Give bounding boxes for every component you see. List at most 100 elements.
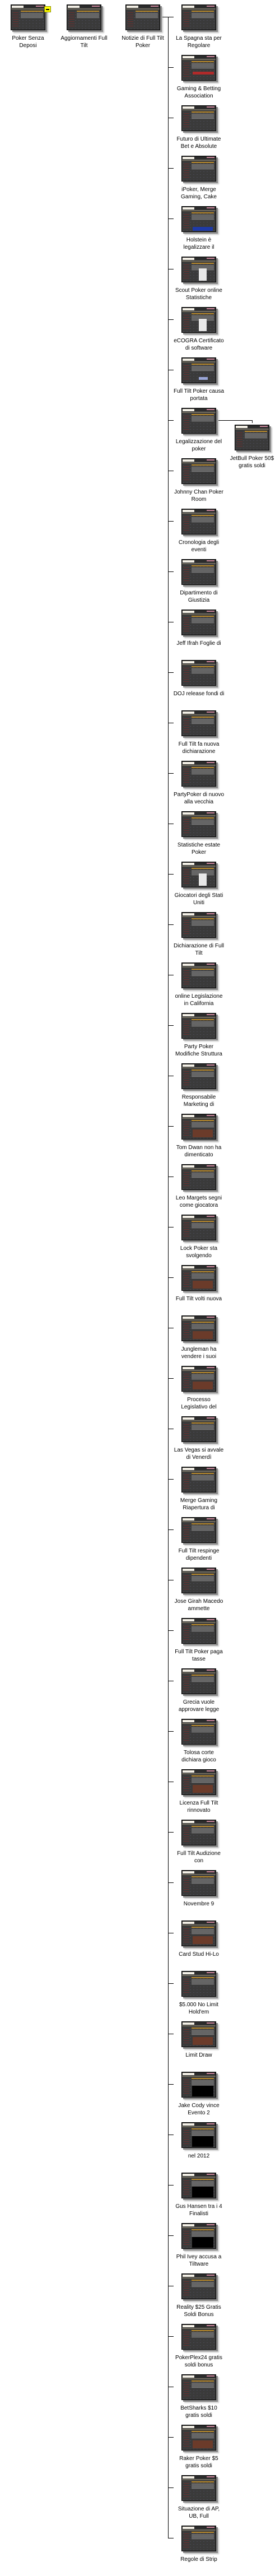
tree-node-child[interactable]: Jungleman ha vendere i suoi: [171, 1315, 227, 1360]
page-thumbnail[interactable]: [181, 1517, 216, 1543]
node-label[interactable]: Cronologia degli eventi: [171, 539, 227, 554]
page-thumbnail[interactable]: [181, 1668, 216, 1694]
page-thumbnail[interactable]: [181, 2475, 216, 2501]
node-label[interactable]: Full Tilt fa nuova dichiarazione: [171, 741, 227, 755]
tree-node-child[interactable]: Statistiche estate Poker: [171, 811, 227, 856]
page-thumbnail[interactable]: [181, 710, 216, 736]
tree-node-child[interactable]: Card Stud Hi-Lo: [171, 1921, 227, 1958]
tree-node-child[interactable]: Situazione di AP, UB, Full: [171, 2475, 227, 2520]
tree-node-child[interactable]: online Legislazione in California: [171, 962, 227, 1007]
tree-node-child[interactable]: PartyPoker di nuovo alla vecchia: [171, 761, 227, 806]
page-thumbnail[interactable]: [181, 862, 216, 887]
tree-node-child[interactable]: Full Tilt respinge dipendenti: [171, 1517, 227, 1562]
tree-node-child[interactable]: Full Tilt Audizione con: [171, 1820, 227, 1864]
node-label[interactable]: La Spagna sta per Regolare: [171, 35, 227, 49]
node-label[interactable]: $5.000 No Limit Hold'em: [171, 2001, 227, 2016]
tree-node-child[interactable]: DOJ release fondi di: [171, 660, 227, 698]
node-label[interactable]: Notizie di Full Tilt Poker: [115, 35, 171, 49]
tree-node-child[interactable]: Holstein è legalizzare il: [171, 206, 227, 251]
tree-node-child[interactable]: Grecia vuole approvare legge: [171, 1668, 227, 1713]
tree-node-child[interactable]: Gaming & Betting Association: [171, 55, 227, 100]
node-label[interactable]: Raker Poker $5 gratis soldi: [171, 2455, 227, 2470]
node-label[interactable]: Gus Hansen tra i 4 Finalisti: [171, 2203, 227, 2217]
tree-node-child[interactable]: Full Tilt fa nuova dichiarazione: [171, 710, 227, 755]
node-label[interactable]: Jeff Ifrah Foglie di: [171, 640, 227, 647]
tree-node-child[interactable]: Phil Ivey accusa a Tiltware: [171, 2223, 227, 2268]
node-label[interactable]: JetBull Poker 50$ gratis soldi: [224, 455, 280, 469]
page-thumbnail[interactable]: [181, 1416, 216, 1442]
page-thumbnail[interactable]: [181, 307, 216, 333]
page-thumbnail[interactable]: [181, 1013, 216, 1039]
page-thumbnail[interactable]: [181, 1114, 216, 1140]
tree-node-child[interactable]: Limit Draw: [171, 2021, 227, 2059]
node-label[interactable]: Dichiarazione di Full Tilt: [171, 942, 227, 957]
page-thumbnail[interactable]: [181, 1870, 216, 1896]
page-thumbnail[interactable]: [181, 1971, 216, 1997]
node-label[interactable]: Full Tilt respinge dipendenti: [171, 1547, 227, 1562]
page-thumbnail[interactable]: [181, 811, 216, 837]
page-thumbnail[interactable]: [181, 1568, 216, 1593]
page-thumbnail[interactable]: [181, 2173, 216, 2198]
page-thumbnail[interactable]: [181, 559, 216, 585]
page-thumbnail[interactable]: [181, 1265, 216, 1291]
node-label[interactable]: Jake Cody vince Evento 2: [171, 2102, 227, 2117]
node-label[interactable]: Licenza Full Tilt rinnovato: [171, 1800, 227, 1814]
node-label[interactable]: Grecia vuole approvare legge: [171, 1699, 227, 1713]
tree-node-child[interactable]: eCOGRA Certificato di software: [171, 307, 227, 352]
node-label[interactable]: DOJ release fondi di: [171, 690, 227, 698]
node-label[interactable]: Holstein è legalizzare il: [171, 236, 227, 251]
tree-node-child[interactable]: Processo Legislativo del: [171, 1366, 227, 1411]
page-thumbnail[interactable]: [181, 105, 216, 131]
node-label[interactable]: Full Tilt Poker paga tasse: [171, 1648, 227, 1663]
node-label[interactable]: iPoker, Merge Gaming, Cake: [171, 186, 227, 201]
page-thumbnail[interactable]: [181, 2374, 216, 2400]
node-label[interactable]: PokerPlex24 gratis soldi bonus: [171, 2354, 227, 2369]
node-label[interactable]: Scout Poker online Statistiche: [171, 287, 227, 301]
node-label[interactable]: Tom Dwan non ha dimenticato: [171, 1144, 227, 1159]
tree-node-child[interactable]: Jake Cody vince Evento 2: [171, 2072, 227, 2117]
tree-node-child[interactable]: $5.000 No Limit Hold'em: [171, 1971, 227, 2016]
page-thumbnail[interactable]: [181, 408, 216, 434]
node-label[interactable]: Dipartimento di Giustizia: [171, 589, 227, 604]
page-thumbnail[interactable]: [181, 2273, 216, 2299]
tree-node-grandchild[interactable]: JetBull Poker 50$ gratis soldi: [224, 425, 280, 469]
page-thumbnail[interactable]: [181, 2122, 216, 2148]
tree-node-child[interactable]: La Spagna sta per Regolare: [171, 4, 227, 49]
node-label[interactable]: Aggiornamenti Full Tilt: [56, 35, 112, 49]
tree-node-child[interactable]: Leo Margets segni come giocatora: [171, 1164, 227, 1209]
page-thumbnail[interactable]: [181, 2425, 216, 2451]
tree-node-child[interactable]: Licenza Full Tilt rinnovato: [171, 1769, 227, 1814]
page-thumbnail[interactable]: [181, 156, 216, 182]
tree-node-child[interactable]: Raker Poker $5 gratis soldi: [171, 2425, 227, 2470]
node-label[interactable]: Johnny Chan Poker Room: [171, 489, 227, 503]
node-label[interactable]: Full Tilt Audizione con: [171, 1850, 227, 1864]
node-label[interactable]: BetSharks $10 gratis soldi: [171, 2405, 227, 2419]
page-thumbnail[interactable]: [181, 1063, 216, 1089]
node-label[interactable]: eCOGRA Certificato di software: [171, 337, 227, 352]
node-label[interactable]: Full Tilt Poker causa portata: [171, 388, 227, 402]
tree-node-child[interactable]: Futuro di Ultimate Bet e Absolute: [171, 105, 227, 150]
page-thumbnail[interactable]: [181, 1164, 216, 1190]
tree-node-child[interactable]: Reality $25 Gratis Soldi Bonus: [171, 2273, 227, 2318]
page-thumbnail[interactable]: [235, 425, 269, 450]
node-label[interactable]: Las Vegas si avvale di Venerdì: [171, 1447, 227, 1461]
page-thumbnail[interactable]: [181, 962, 216, 988]
tree-node-child[interactable]: Tom Dwan non ha dimenticato: [171, 1114, 227, 1159]
node-label[interactable]: Phil Ivey accusa a Tiltware: [171, 2253, 227, 2268]
node-label[interactable]: Limit Draw: [171, 2052, 227, 2059]
node-label[interactable]: Novembre 9: [171, 1900, 227, 1908]
tree-node-child[interactable]: Tolosa corte dichiara gioco: [171, 1719, 227, 1764]
tree-node-child[interactable]: nel 2012: [171, 2122, 227, 2160]
tree-node-child[interactable]: Responsabile Marketing di: [171, 1063, 227, 1108]
tree-node-child[interactable]: Full Tilt volti nuova: [171, 1265, 227, 1303]
page-thumbnail[interactable]: [181, 458, 216, 484]
page-thumbnail[interactable]: [181, 357, 216, 383]
tree-node-child[interactable]: iPoker, Merge Gaming, Cake: [171, 156, 227, 201]
page-thumbnail[interactable]: [67, 4, 101, 30]
page-thumbnail[interactable]: [181, 1769, 216, 1795]
tree-node-child[interactable]: PokerPlex24 gratis soldi bonus: [171, 2324, 227, 2369]
page-thumbnail[interactable]: [181, 912, 216, 938]
tree-node-child[interactable]: Las Vegas si avvale di Venerdì: [171, 1416, 227, 1461]
page-thumbnail[interactable]: [181, 2223, 216, 2249]
page-thumbnail[interactable]: [181, 1366, 216, 1392]
